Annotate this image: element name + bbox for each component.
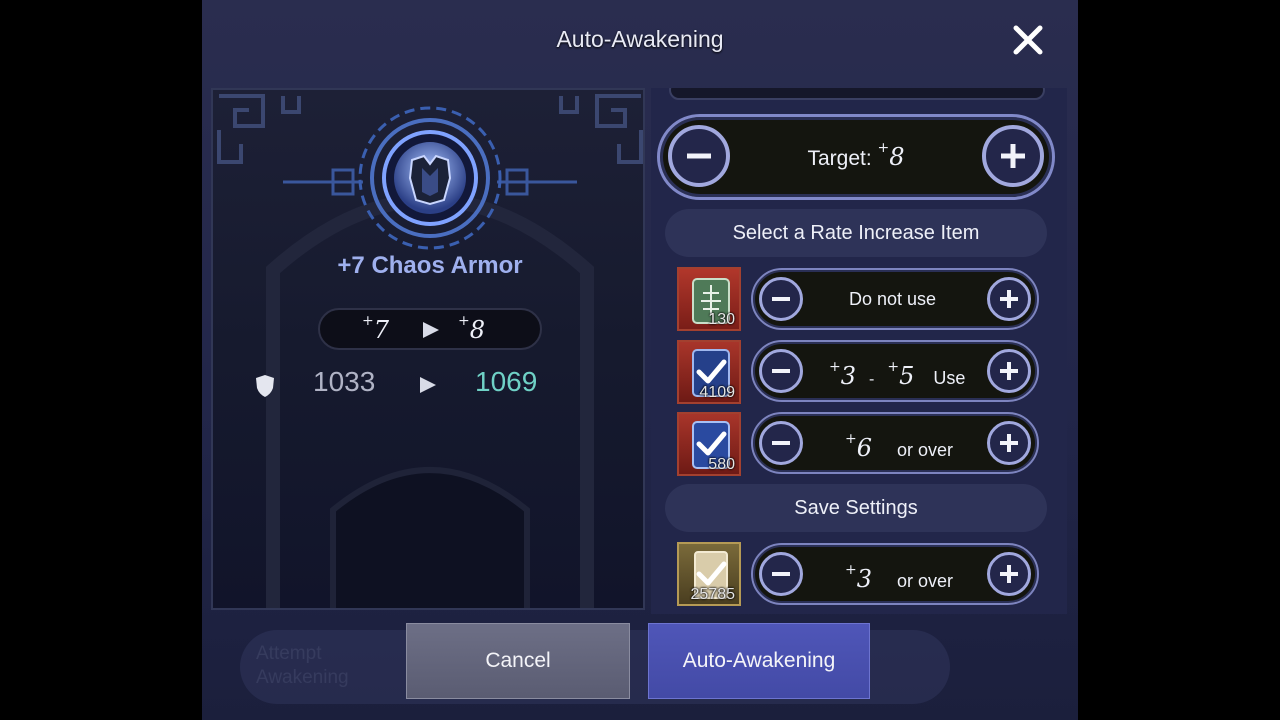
defense-stat-current: 1033: [313, 366, 376, 397]
rate-3-range: +6 or over: [845, 431, 954, 462]
rate-section-header: Select a Rate Increase Item: [665, 209, 1047, 257]
stat-arrow-icon: [420, 377, 436, 393]
rate-option-1: Do not use: [751, 268, 1039, 330]
save-settings-header: Save Settings: [665, 484, 1047, 532]
dialog-title-bar: Auto-Awakening: [202, 0, 1078, 80]
item-name: +7 Chaos Armor: [337, 252, 523, 279]
close-icon: [1013, 25, 1043, 55]
level-from: +7: [362, 313, 390, 344]
rate-item-3[interactable]: 580: [677, 412, 741, 476]
minus-icon: [772, 297, 790, 301]
rate-1-decrease-button[interactable]: [759, 277, 803, 321]
cancel-button[interactable]: Cancel: [406, 623, 630, 699]
dialog-title: Auto-Awakening: [556, 26, 724, 52]
rate-item-2[interactable]: 4109: [677, 340, 741, 404]
level-change-pill: +7 +8: [318, 308, 542, 350]
save-item[interactable]: 25785: [677, 542, 741, 606]
save-range: +3 or over: [845, 562, 954, 593]
rate-3-increase-button[interactable]: [987, 421, 1031, 465]
target-increase-button[interactable]: [982, 125, 1044, 187]
chaos-armor-icon: [394, 142, 466, 214]
rate-option-3: +6 or over: [751, 412, 1039, 474]
close-button[interactable]: [1010, 22, 1046, 58]
settings-panel: Target: +8 Select a Rate Increase Item 1…: [651, 88, 1067, 614]
rate-3-decrease-button[interactable]: [759, 421, 803, 465]
level-to: +8: [458, 313, 486, 344]
target-level-selector: Target: +8: [657, 114, 1055, 200]
rate-2-increase-button[interactable]: [987, 349, 1031, 393]
shield-icon: [256, 375, 274, 397]
minus-icon: [772, 369, 790, 373]
minus-icon: [772, 572, 790, 576]
arrow-right-icon: [423, 322, 439, 338]
item-preview-panel: +7 Chaos Armor +7 +8 1033 1069: [211, 88, 645, 610]
minus-icon: [772, 441, 790, 445]
rate-1-label: Do not use: [849, 289, 937, 309]
scroll-top-edge: [669, 88, 1045, 100]
rate-item-1[interactable]: 130: [677, 267, 741, 331]
rate-option-2: +3 - +5 Use: [751, 340, 1039, 402]
auto-awakening-button[interactable]: Auto-Awakening: [648, 623, 870, 699]
rate-1-increase-button[interactable]: [987, 277, 1031, 321]
save-increase-button[interactable]: [987, 552, 1031, 596]
defense-stat-new: 1069: [475, 366, 538, 397]
save-option: +3 or over: [751, 543, 1039, 605]
rate-2-decrease-button[interactable]: [759, 349, 803, 393]
rate-2-range: +3 - +5 Use: [829, 359, 966, 390]
save-decrease-button[interactable]: [759, 552, 803, 596]
